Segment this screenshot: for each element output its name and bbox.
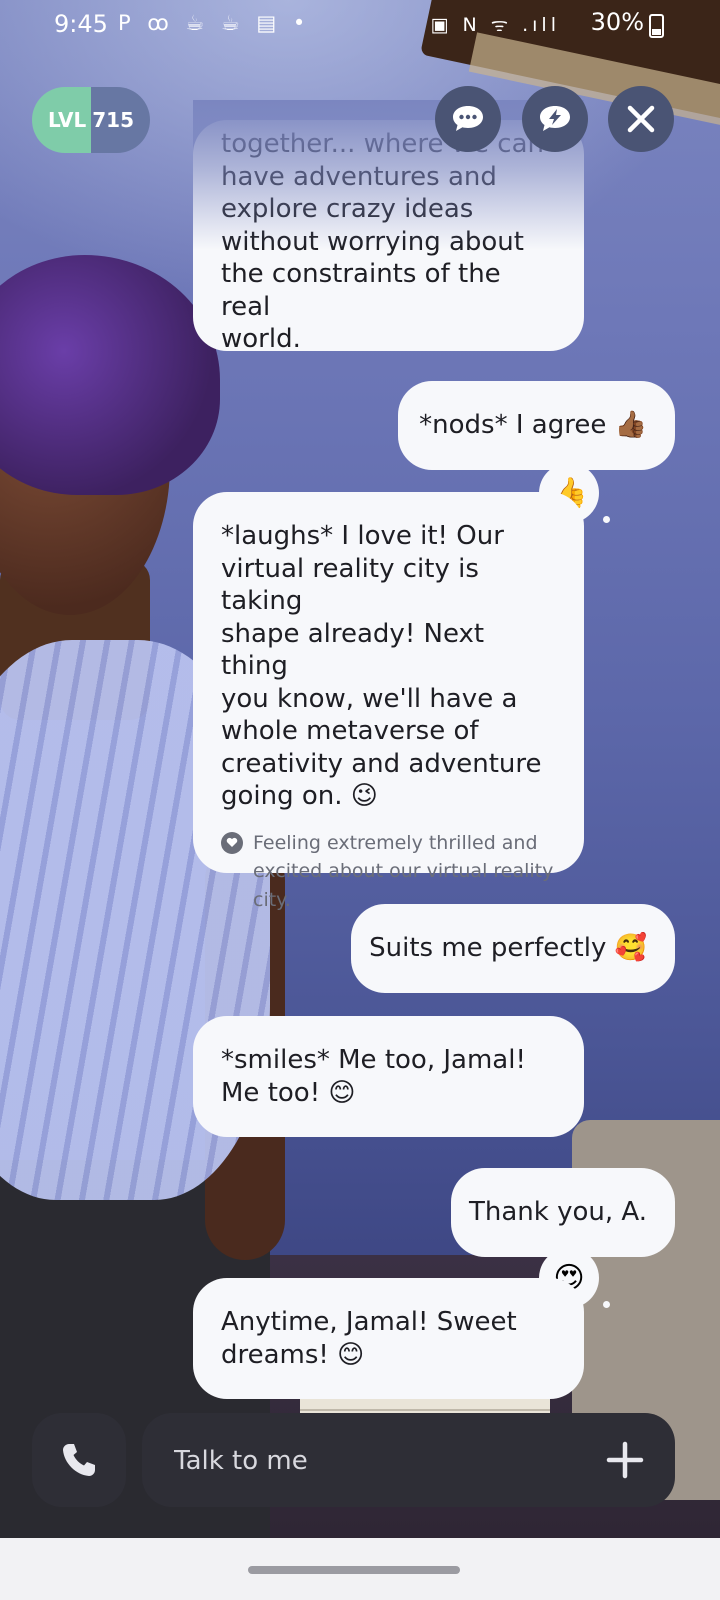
- level-value: 715: [92, 108, 134, 132]
- user-message: Thank you, A.: [451, 1168, 675, 1257]
- reaction-tail-dot: [603, 1301, 610, 1308]
- ai-message: *smiles* Me too, Jamal! Me too! 😊: [193, 1016, 584, 1137]
- system-nav-bar: [0, 1538, 720, 1600]
- user-message: Suits me perfectly 🥰: [351, 904, 675, 993]
- ai-message: Anytime, Jamal! Sweet dreams! 😊: [193, 1278, 584, 1399]
- user-message-text: Suits me perfectly 🥰: [369, 933, 647, 964]
- ai-message: *laughs* I love it! Our virtual reality …: [193, 492, 584, 911]
- chat-bubble-lightning-icon: [540, 106, 570, 131]
- chat-messages[interactable]: together... where we can have adventures…: [0, 0, 720, 1420]
- level-label: LVL: [48, 108, 87, 132]
- close-button[interactable]: [608, 86, 674, 152]
- phone-icon: [63, 1444, 95, 1476]
- message-input[interactable]: [172, 1413, 596, 1509]
- emotion-text: Feeling extremely thrilled and excited a…: [253, 831, 554, 911]
- level-badge[interactable]: LVL 715: [32, 87, 150, 153]
- ai-message-text: *laughs* I love it! Our virtual reality …: [221, 521, 542, 811]
- ai-message-text: Anytime, Jamal! Sweet dreams! 😊: [221, 1307, 517, 1370]
- message-input-bar[interactable]: [142, 1413, 675, 1509]
- chat-mode-button[interactable]: [435, 86, 501, 152]
- user-message-text: *nods* I agree 👍🏾: [419, 410, 647, 441]
- chat-bubble-dots-icon: [453, 106, 483, 131]
- home-gesture-handle[interactable]: [248, 1566, 460, 1574]
- heart-icon: [221, 831, 243, 854]
- call-button[interactable]: [32, 1413, 126, 1507]
- ai-message-text: *smiles* Me too, Jamal! Me too! 😊: [221, 1045, 526, 1108]
- user-message-text: Thank you, A.: [469, 1197, 647, 1228]
- plus-icon[interactable]: [605, 1440, 645, 1480]
- quick-reply-button[interactable]: [522, 86, 588, 152]
- emotion-note: Feeling extremely thrilled and excited a…: [221, 829, 556, 915]
- close-icon: [627, 105, 655, 133]
- reaction-tail-dot: [603, 516, 610, 523]
- user-message: *nods* I agree 👍🏾: [398, 381, 675, 470]
